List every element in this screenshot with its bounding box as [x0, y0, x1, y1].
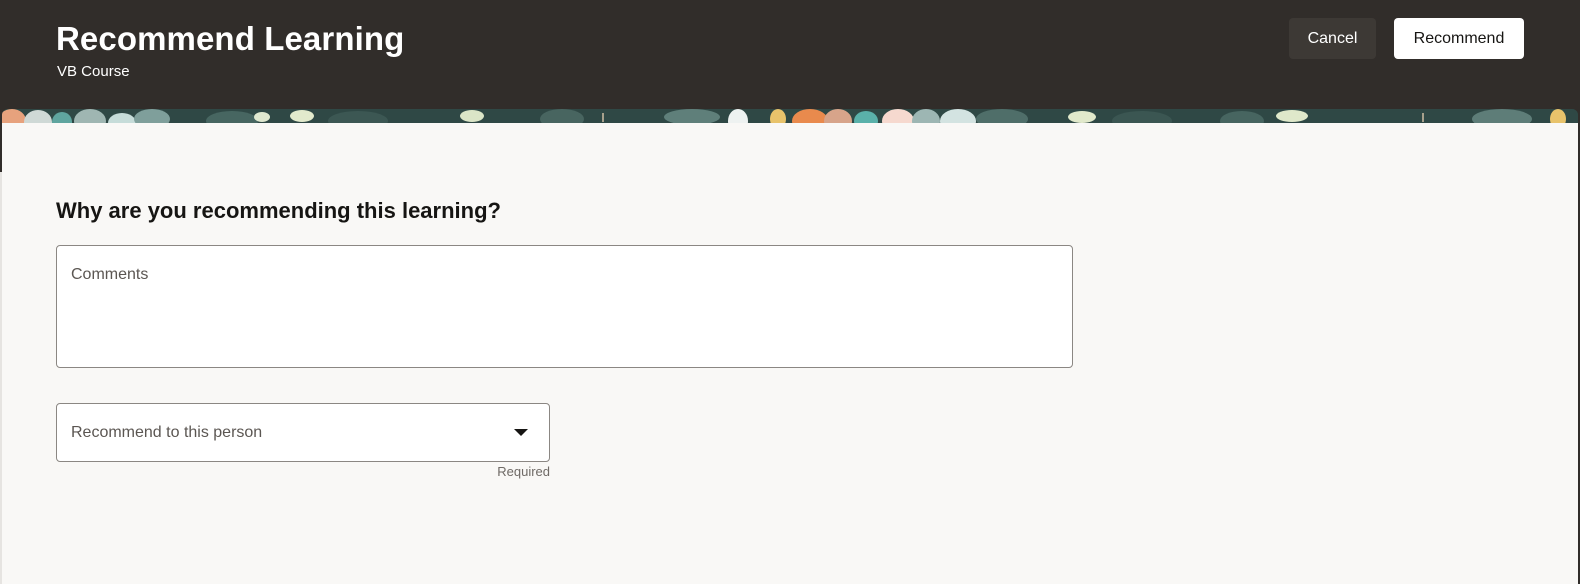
recommend-person-select[interactable]: Recommend to this person: [56, 403, 550, 462]
chevron-down-icon[interactable]: [514, 429, 528, 436]
comments-label: Comments: [71, 266, 149, 283]
comments-field[interactable]: Comments: [56, 245, 1073, 368]
page-header: Recommend Learning VB Course Cancel Reco…: [0, 0, 1580, 110]
recommend-button[interactable]: Recommend: [1394, 18, 1524, 59]
question-heading: Why are you recommending this learning?: [56, 198, 501, 223]
decorative-banner: [2, 109, 1578, 123]
required-hint: Required: [497, 464, 550, 479]
recommend-person-label: Recommend to this person: [71, 424, 263, 441]
page-title: Recommend Learning: [56, 20, 405, 57]
page-subtitle: VB Course: [57, 63, 130, 80]
form-panel: Why are you recommending this learning? …: [2, 123, 1578, 584]
cancel-button[interactable]: Cancel: [1289, 18, 1376, 59]
